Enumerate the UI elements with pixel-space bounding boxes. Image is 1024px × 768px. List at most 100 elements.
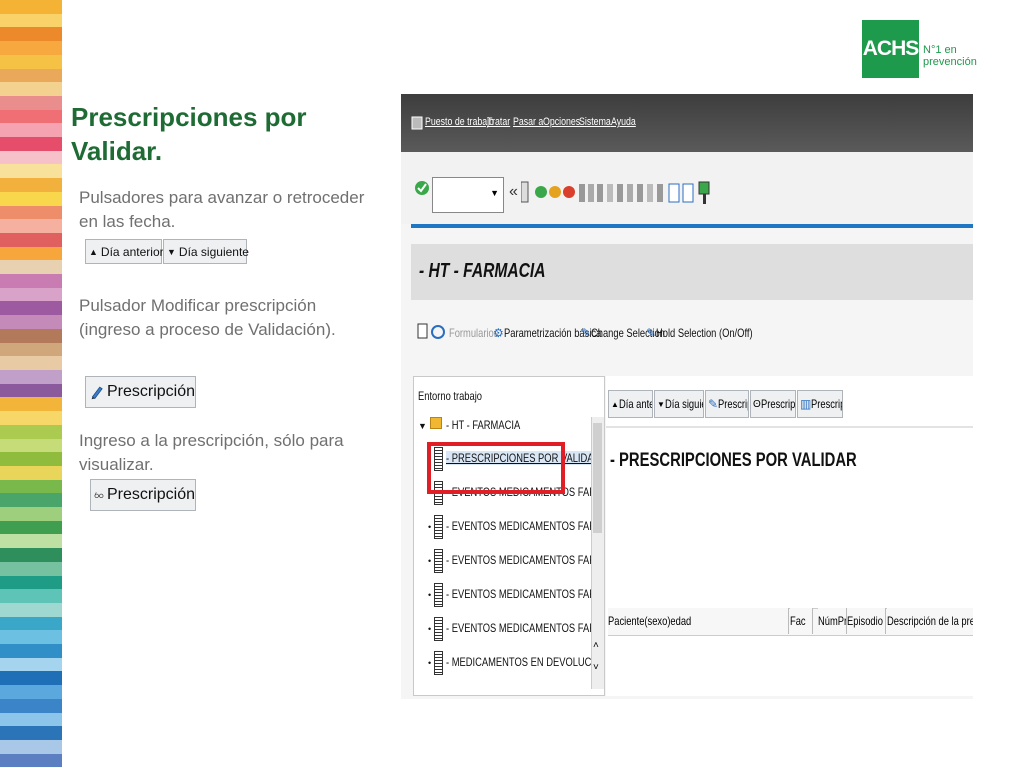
color-stripe bbox=[0, 205, 62, 220]
sample-dia-siguiente-button: ▼ Día siguiente bbox=[163, 239, 249, 264]
command-field[interactable]: ▼ bbox=[432, 177, 504, 213]
color-stripe bbox=[0, 274, 62, 288]
application-toolbar: Formularios ⚙Parametrización básica ✎Cha… bbox=[411, 308, 973, 358]
tree-scrollbar[interactable]: ˄ ˅ bbox=[591, 417, 604, 689]
chevron-down-icon[interactable]: ˅ bbox=[593, 662, 599, 673]
column-episodio[interactable]: Episodio bbox=[847, 608, 886, 634]
pencil-icon bbox=[91, 386, 103, 400]
menu-opciones[interactable]: Opciones bbox=[543, 116, 580, 128]
color-stripe bbox=[0, 424, 62, 439]
sap-screenshot: Puesto de trabajo Tratar Pasar a Opcione… bbox=[401, 94, 973, 699]
panel-separator bbox=[606, 426, 973, 428]
color-stripe bbox=[0, 726, 62, 740]
tree-item-label: - MEDICAMENTOS EN DEVOLUCION bbox=[446, 655, 605, 670]
toolbar-hold-selection[interactable]: ✎Hold Selection (On/Off) bbox=[646, 326, 780, 340]
color-stripe bbox=[0, 616, 62, 631]
tree-item-label: - EVENTOS MEDICAMENTOS FARMACIA_HTURG bbox=[446, 519, 604, 534]
toolbar-separator-line bbox=[411, 224, 973, 228]
screen-title-bar: - HT - FARMACIA bbox=[411, 244, 973, 300]
tree-item[interactable]: • - MEDICAMENTOS EN DEVOLUCION bbox=[428, 651, 605, 675]
column-numpres[interactable]: NúmPres bbox=[818, 608, 847, 634]
color-stripe bbox=[0, 246, 62, 261]
color-stripe bbox=[0, 82, 62, 96]
column-fac[interactable]: Fac bbox=[790, 608, 813, 634]
list-icon bbox=[434, 583, 444, 607]
color-stripe bbox=[0, 178, 62, 192]
toolbar-icons-group[interactable] bbox=[521, 176, 711, 212]
sap-standard-toolbar: ▼ « bbox=[401, 152, 973, 224]
column-descripcion[interactable]: Descripción de la prescripción bbox=[887, 608, 973, 634]
chevron-down-icon: ▼ bbox=[490, 188, 499, 198]
sample-prescripcion-edit-button: Prescripción bbox=[85, 376, 196, 408]
triangle-up-icon: ▲ bbox=[611, 399, 619, 409]
document-icon[interactable] bbox=[417, 323, 447, 343]
color-stripe bbox=[0, 602, 62, 617]
color-stripe bbox=[0, 13, 62, 28]
menu-puesto-trabajo[interactable]: Puesto de trabajo bbox=[425, 116, 494, 128]
color-stripe bbox=[0, 369, 62, 384]
prescripcion-view-button[interactable]: ʘPrescripción bbox=[750, 390, 796, 418]
tree-header: Entorno trabajo bbox=[418, 389, 483, 403]
prescripcion-edit-button[interactable]: ✎Prescripción bbox=[705, 390, 749, 418]
folder-icon bbox=[430, 417, 443, 429]
menu-pasar-a[interactable]: Pasar a bbox=[513, 116, 543, 128]
triangle-down-icon: ▼ bbox=[657, 399, 665, 409]
description-date-buttons: Pulsadores para avanzar o retroceder en … bbox=[79, 188, 365, 231]
color-stripe bbox=[0, 465, 62, 480]
bullet-icon: • bbox=[428, 556, 432, 567]
menu-sistema[interactable]: Sistema bbox=[579, 116, 611, 128]
worklist-title: - PRESCRIPCIONES POR VALIDAR bbox=[610, 450, 857, 471]
color-stripe bbox=[0, 739, 62, 754]
color-stripe bbox=[0, 342, 62, 357]
color-stripe bbox=[0, 630, 62, 645]
color-stripe bbox=[0, 191, 62, 206]
color-stripe bbox=[0, 328, 62, 343]
dia-anterior-button[interactable]: ▲Día anterior bbox=[608, 390, 653, 418]
color-stripe bbox=[0, 232, 62, 247]
color-stripe bbox=[0, 698, 62, 713]
achs-logo: ACHS N°1 en prevención bbox=[862, 20, 977, 78]
color-stripe bbox=[0, 164, 62, 179]
color-stripe bbox=[0, 534, 62, 549]
sap-menu-bar: Puesto de trabajo Tratar Pasar a Opcione… bbox=[401, 94, 973, 152]
color-stripe bbox=[0, 671, 62, 686]
column-paciente[interactable]: Paciente(sexo)edad bbox=[608, 608, 789, 634]
screen-title: - HT - FARMACIA bbox=[419, 260, 546, 282]
double-chevron-left-icon[interactable]: « bbox=[509, 183, 518, 201]
pencil-icon: ✎ bbox=[708, 397, 719, 411]
color-stripe bbox=[0, 520, 62, 535]
color-stripe bbox=[0, 260, 62, 275]
tree-item[interactable]: • - EVENTOS MEDICAMENTOS FARMACIA_UPC bbox=[428, 617, 604, 641]
prescripcion-delete-button[interactable]: ▥Prescripción bbox=[797, 390, 843, 418]
menu-ayuda[interactable]: Ayuda bbox=[611, 116, 636, 128]
triangle-up-icon: ▲ bbox=[89, 246, 98, 257]
list-icon bbox=[434, 549, 444, 573]
tree-item[interactable]: • - EVENTOS MEDICAMENTOS FARMACIA_HTURG bbox=[428, 515, 604, 539]
check-icon[interactable] bbox=[414, 178, 430, 198]
slide-title: Prescripciones por Validar. bbox=[71, 102, 307, 166]
glasses-icon: ʘ bbox=[753, 398, 761, 410]
bullet-icon: • bbox=[428, 522, 432, 533]
tree-item-label: - EVENTOS MEDICAMENTOS FARMACIA_UPC bbox=[446, 621, 604, 636]
color-stripe bbox=[0, 383, 62, 398]
color-stripe bbox=[0, 54, 62, 69]
color-stripe bbox=[0, 657, 62, 672]
tree-item-label: - EVENTOS MEDICAMENTOS FARMACIA_AMB bbox=[446, 553, 604, 568]
color-stripe bbox=[0, 561, 62, 576]
color-stripe bbox=[0, 150, 62, 165]
color-stripe bbox=[0, 685, 62, 699]
color-stripe bbox=[0, 452, 62, 466]
tree-item[interactable]: • - EVENTOS MEDICAMENTOS FARMACIA_PABELL bbox=[428, 583, 604, 607]
menu-tratar[interactable]: Tratar bbox=[487, 116, 510, 128]
color-stripe bbox=[0, 507, 62, 521]
tree-item[interactable]: • - EVENTOS MEDICAMENTOS FARMACIA_AMB bbox=[428, 549, 604, 573]
chevron-up-icon[interactable]: ˄ bbox=[593, 640, 599, 651]
trash-icon: ▥ bbox=[800, 397, 812, 411]
scrollbar-thumb[interactable] bbox=[593, 423, 602, 533]
color-stripe bbox=[0, 644, 62, 658]
dia-siguiente-button[interactable]: ▼Día siguiente bbox=[654, 390, 704, 418]
color-stripe bbox=[0, 287, 62, 302]
tree-root[interactable]: ▼ - HT - FARMACIA bbox=[418, 417, 541, 432]
color-stripe bbox=[0, 548, 62, 562]
color-stripe bbox=[0, 27, 62, 42]
